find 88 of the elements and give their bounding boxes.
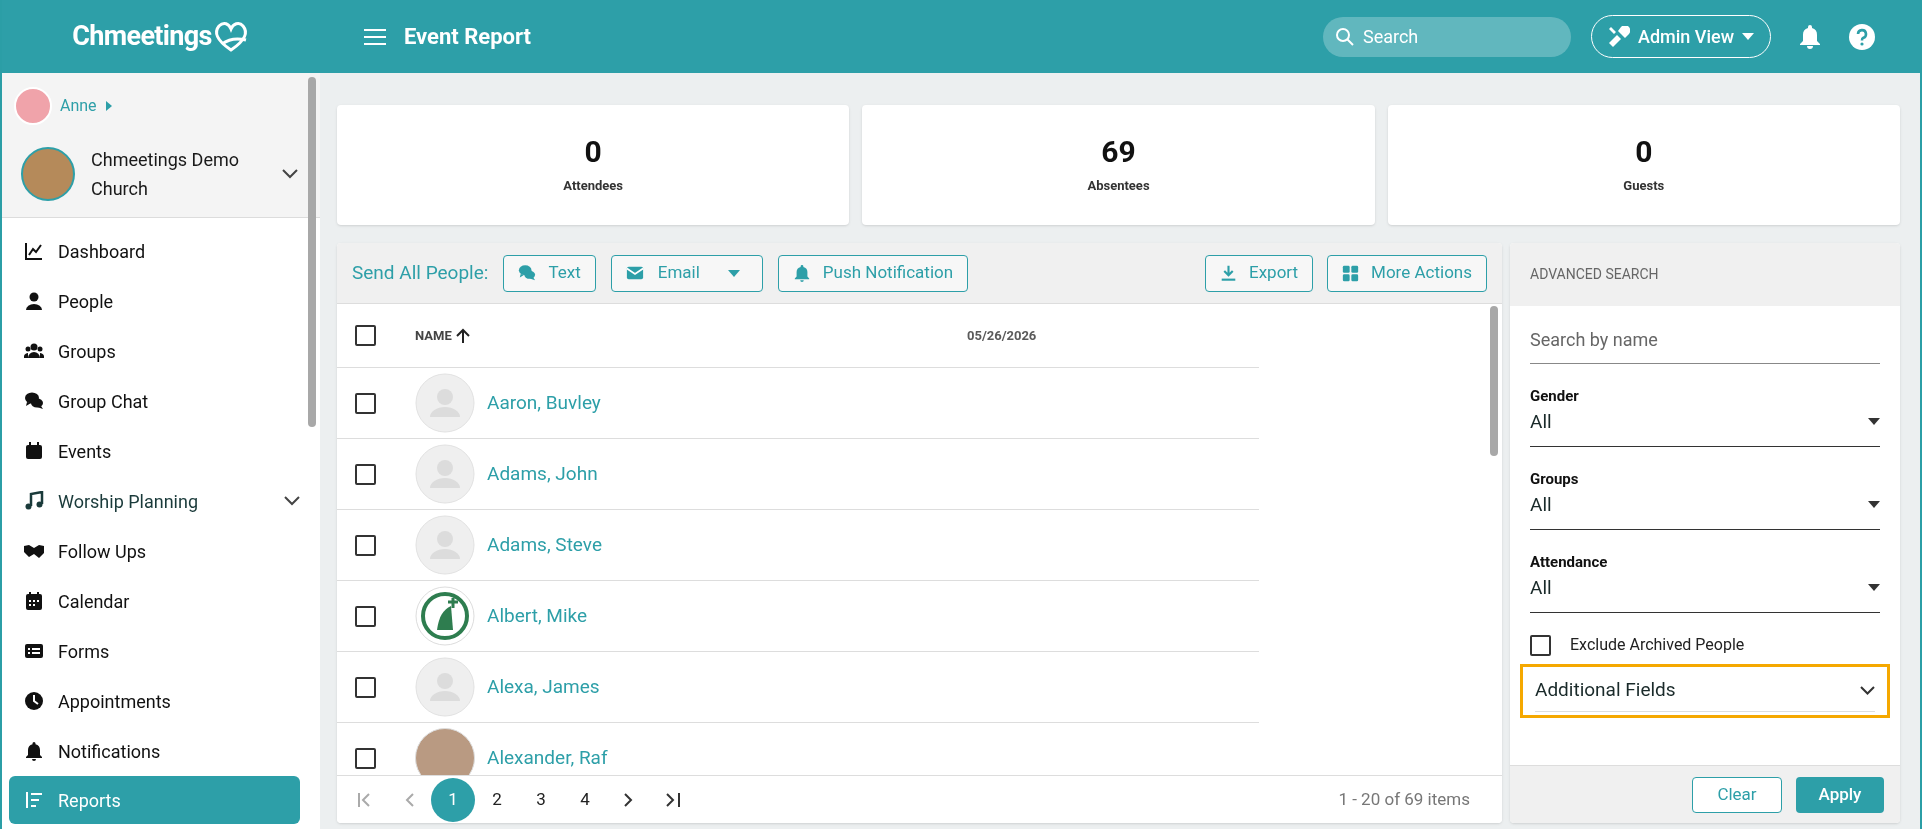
nav-item[interactable]: Calendar — [2, 576, 300, 626]
checkbox[interactable] — [355, 676, 376, 698]
last-page-icon[interactable] — [663, 791, 681, 808]
additional-fields-dropdown[interactable]: Additional Fields — [1535, 670, 1875, 712]
person-icon — [24, 291, 44, 311]
name-search-field[interactable]: Search by name — [1530, 316, 1880, 364]
items-summary: 1 - 20 of 69 items — [1338, 787, 1470, 811]
checkbox[interactable] — [355, 605, 376, 627]
download-icon — [1220, 264, 1237, 282]
nav-item[interactable]: Group Chat — [2, 376, 300, 426]
scrollbar-thumb[interactable] — [1490, 306, 1498, 456]
default-avatar-icon — [415, 373, 475, 433]
chat-bubbles-icon — [518, 264, 537, 282]
nav-item[interactable]: People — [2, 276, 300, 326]
checkbox[interactable] — [355, 325, 376, 346]
filter-dropdown[interactable]: Gender All — [1530, 385, 1880, 447]
default-avatar-icon — [415, 444, 475, 504]
bell-icon[interactable] — [1799, 24, 1821, 49]
filter-dropdown[interactable]: Attendance All — [1530, 551, 1880, 613]
list-icon — [24, 790, 44, 810]
users-icon — [24, 341, 44, 361]
scrollbar-thumb[interactable] — [308, 77, 316, 427]
user-avatar — [14, 87, 52, 125]
nav-item[interactable]: Notifications — [2, 726, 300, 776]
stat-value: 69 — [1101, 134, 1136, 171]
stat-value: 0 — [584, 134, 602, 171]
filter-value: All — [1530, 574, 1552, 601]
checkbox[interactable] — [355, 534, 376, 556]
default-avatar-icon — [415, 657, 475, 717]
chevron-down-icon — [284, 496, 300, 506]
stat-label: Guests — [1623, 177, 1665, 196]
default-avatar-icon — [415, 515, 475, 575]
checkbox[interactable] — [1530, 634, 1551, 656]
nav-item[interactable]: Worship Planning — [2, 476, 300, 526]
chevron-down-icon[interactable] — [282, 169, 298, 179]
checkbox[interactable] — [355, 463, 376, 485]
page-button[interactable]: 4 — [563, 777, 607, 822]
stat-label: Attendees — [563, 177, 624, 196]
help-icon[interactable] — [1849, 23, 1875, 50]
grid-icon — [1342, 264, 1360, 282]
caret-icon — [1742, 33, 1754, 40]
nav-item[interactable]: Appointments — [2, 676, 300, 726]
stat-value: 0 — [1635, 134, 1653, 171]
chevron-down-icon — [1860, 686, 1875, 695]
tools-icon — [1607, 25, 1630, 48]
filter-value: All — [1530, 408, 1552, 435]
checkbox-label: Exclude Archived People — [1570, 634, 1745, 656]
menu-icon[interactable] — [364, 27, 386, 46]
column-header[interactable]: NAME — [415, 325, 452, 346]
stat-label: Absentees — [1087, 177, 1150, 196]
music-note-icon — [24, 491, 44, 511]
next-page-icon[interactable] — [623, 791, 633, 808]
search-icon — [1334, 26, 1355, 47]
nav-item[interactable]: Follow Ups — [2, 526, 300, 576]
checkbox[interactable] — [355, 747, 376, 769]
church-name[interactable]: Chmeetings Demo Church — [91, 145, 261, 203]
calendar-icon — [24, 591, 44, 611]
nav-item[interactable]: Dashboard — [2, 226, 300, 276]
nav-item[interactable]: Forms — [2, 626, 300, 676]
nav-item[interactable]: Events — [2, 426, 300, 476]
envelope-icon — [625, 264, 644, 282]
bell-icon — [792, 264, 811, 282]
bell-icon — [24, 741, 44, 761]
filter-label: Groups — [1530, 469, 1580, 490]
clock-icon — [24, 691, 44, 711]
logo-avatar-icon — [415, 586, 475, 646]
line-chart-icon — [24, 241, 44, 261]
caret-icon — [1868, 501, 1880, 509]
caret-icon — [727, 269, 740, 277]
page-button[interactable]: 2 — [475, 777, 519, 822]
chat-bubbles-icon — [24, 391, 44, 411]
filter-dropdown[interactable]: Groups All — [1530, 468, 1880, 530]
caret-icon — [1868, 584, 1880, 592]
filter-label: Gender — [1530, 386, 1580, 407]
panel-title: ADVANCED SEARCH — [1530, 265, 1659, 284]
church-logo — [21, 147, 75, 201]
filter-value: All — [1530, 491, 1552, 518]
list-card-icon — [24, 641, 44, 661]
page-button[interactable]: 3 — [519, 777, 563, 822]
checkbox[interactable] — [355, 392, 376, 414]
page-title: Event Report — [404, 23, 532, 51]
column-header[interactable]: 05/26/2026 — [967, 325, 1037, 346]
toolbar-label: Send All People: — [352, 259, 489, 286]
caret-icon — [104, 100, 113, 112]
caret-icon — [1868, 418, 1880, 426]
nav-item[interactable]: Groups — [2, 326, 300, 376]
calendar-icon — [24, 441, 44, 461]
filter-label: Attendance — [1530, 552, 1609, 573]
